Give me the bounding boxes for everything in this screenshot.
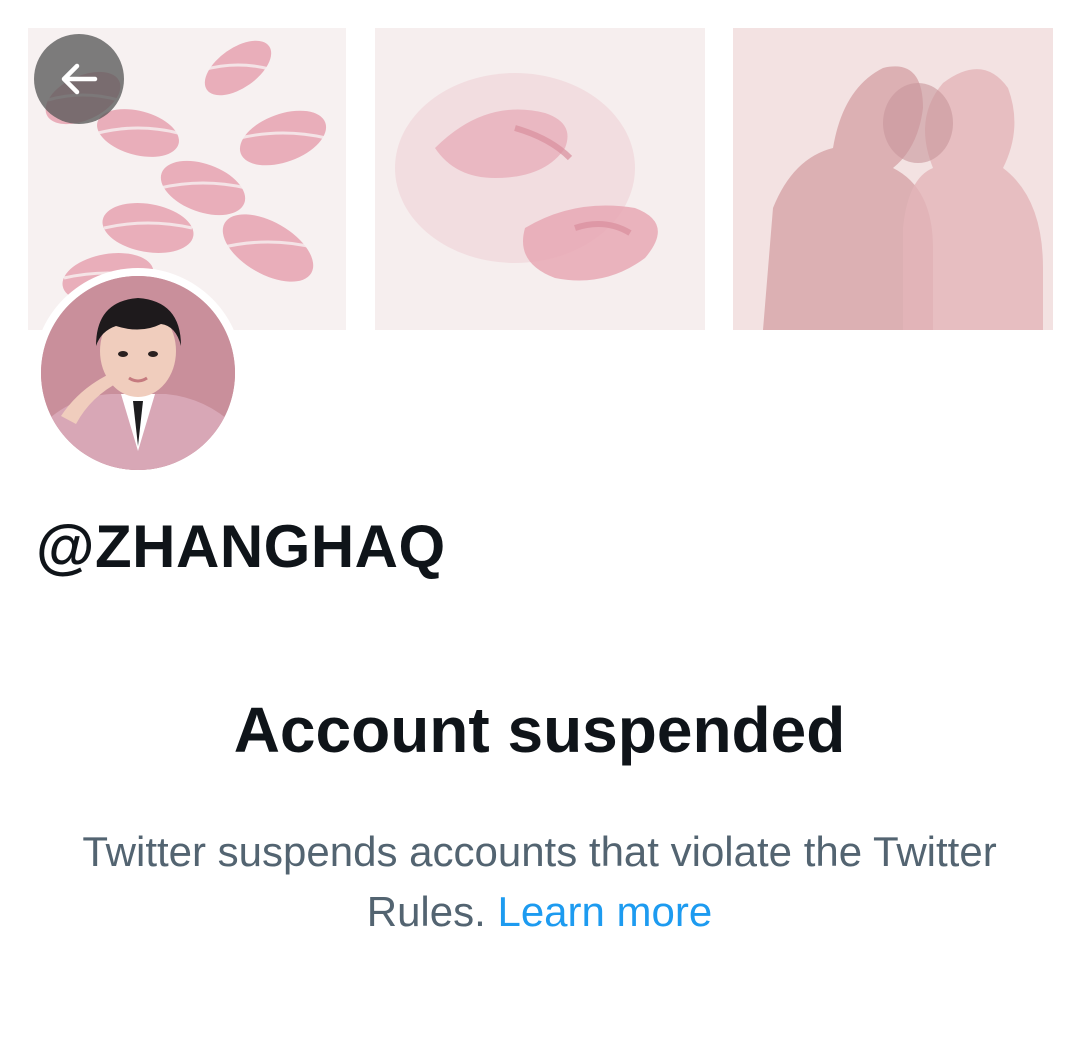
profile-banner xyxy=(0,0,1079,478)
banner-image-hands xyxy=(375,28,705,330)
avatar-image xyxy=(41,276,235,470)
back-button[interactable] xyxy=(34,34,124,124)
arrow-left-icon xyxy=(61,63,98,95)
learn-more-link[interactable]: Learn more xyxy=(497,888,712,935)
profile-avatar[interactable] xyxy=(33,268,243,478)
suspended-description: Twitter suspends accounts that violate t… xyxy=(80,822,999,942)
suspended-title: Account suspended xyxy=(233,694,846,766)
profile-handle: @ZHANGHAQ xyxy=(36,513,446,580)
banner-image-kiss xyxy=(733,28,1053,330)
